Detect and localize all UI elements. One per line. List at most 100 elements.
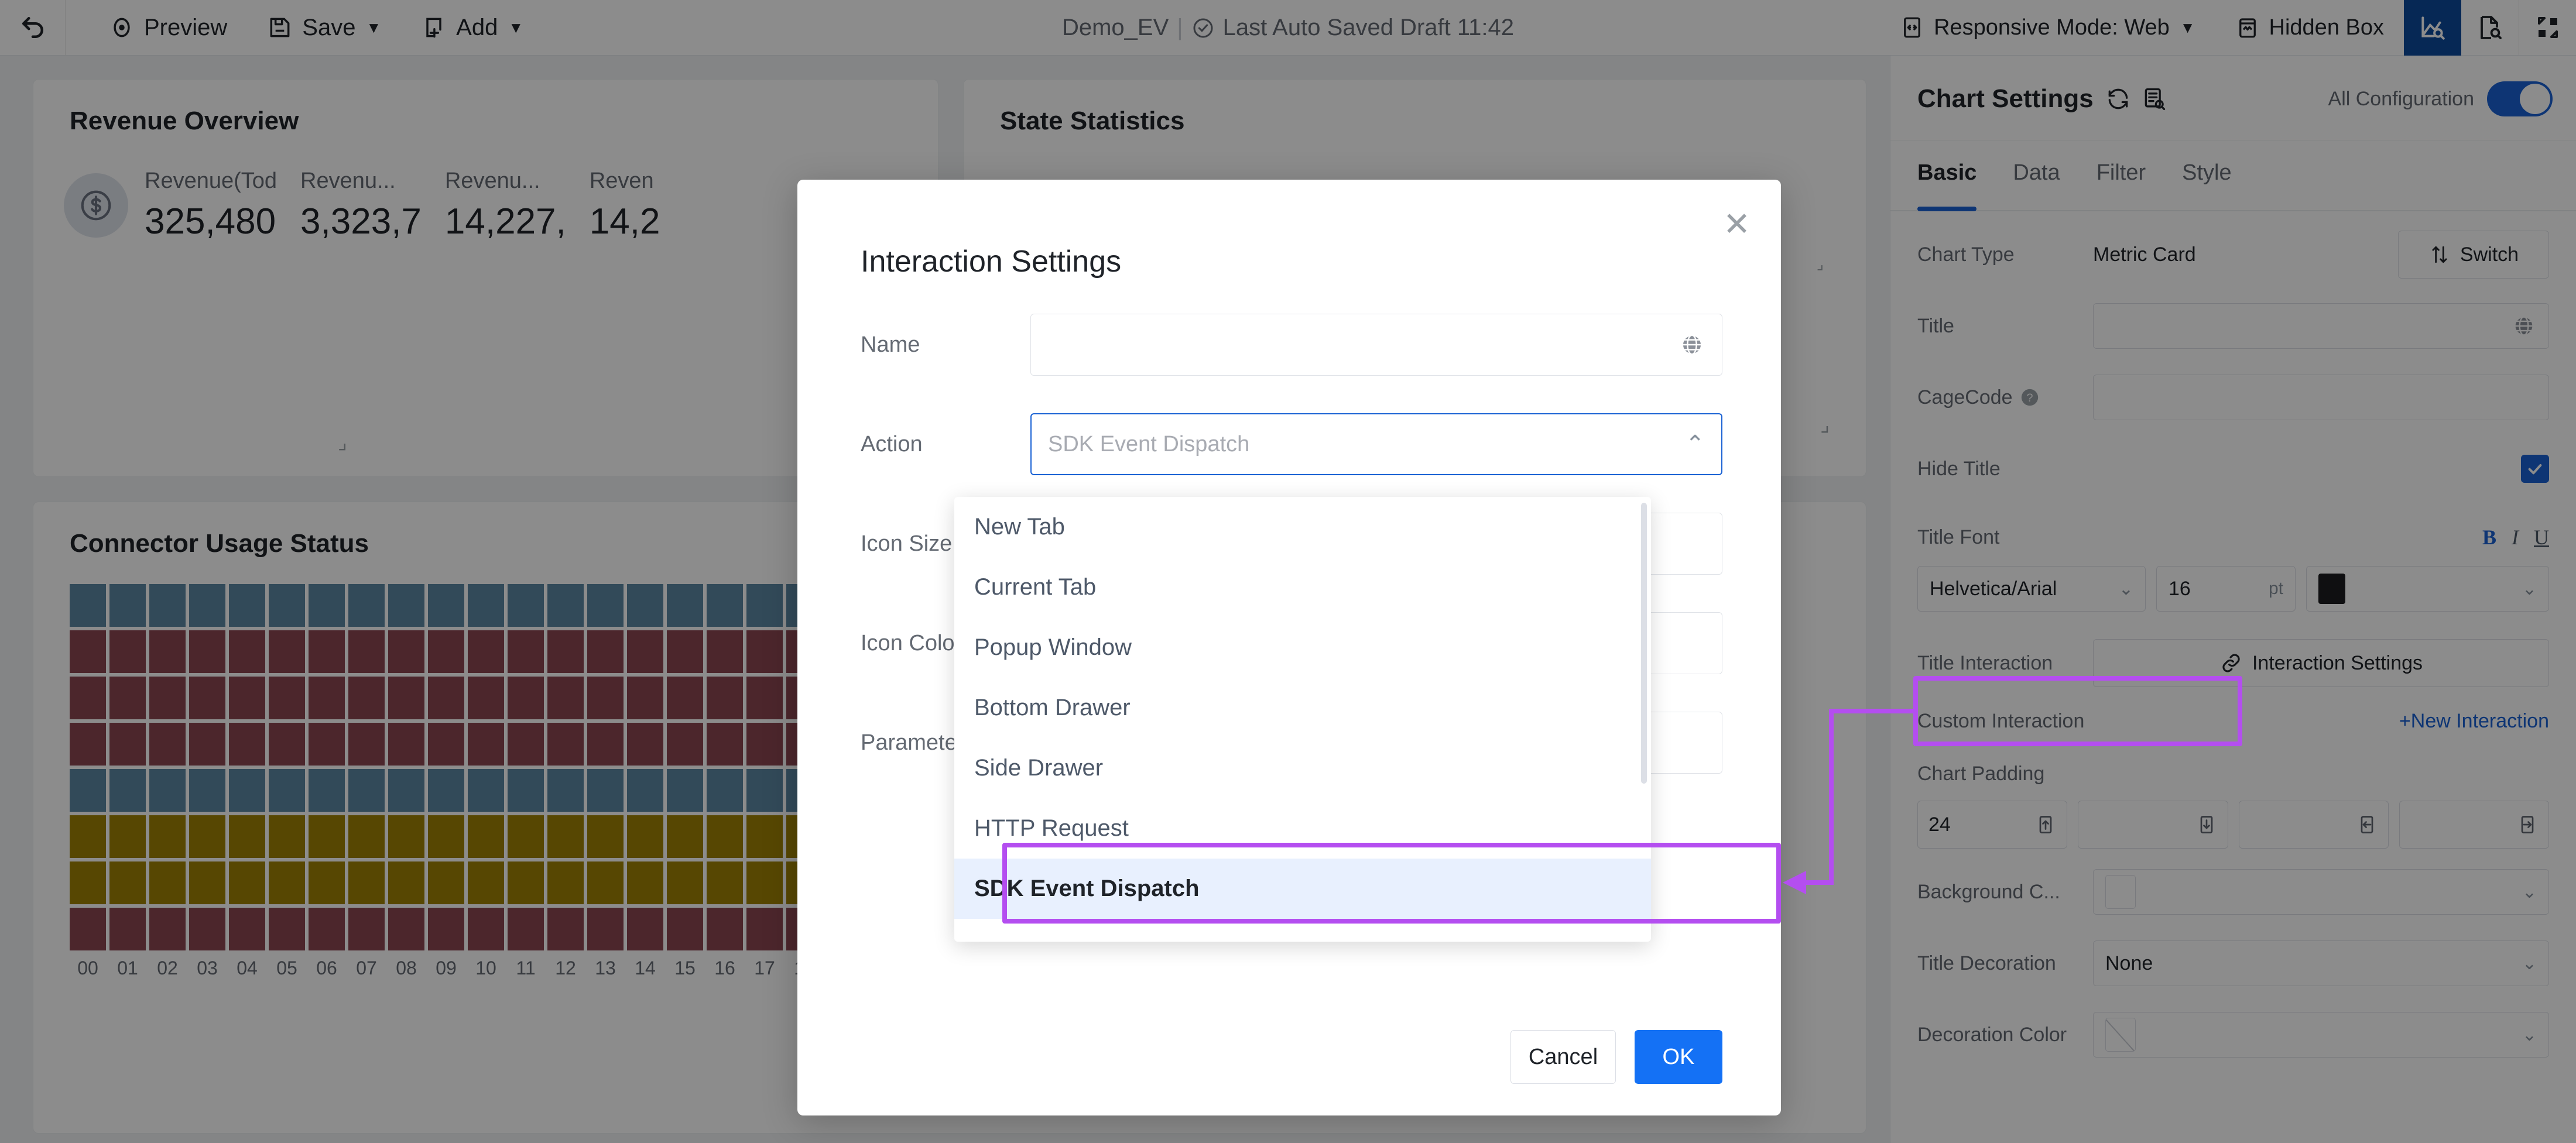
heatmap-cell[interactable] [189, 584, 225, 627]
heatmap-cell[interactable] [229, 630, 265, 673]
heatmap-cell[interactable] [547, 908, 584, 950]
heatmap-cell[interactable] [309, 861, 345, 904]
heatmap-cell[interactable] [149, 630, 186, 673]
heatmap-cell[interactable] [587, 677, 624, 719]
heatmap-cell[interactable] [309, 815, 345, 858]
heatmap-cell[interactable] [627, 630, 663, 673]
heatmap-cell[interactable] [547, 815, 584, 858]
tab-style[interactable]: Style [2182, 140, 2231, 203]
heatmap-cell[interactable] [746, 723, 783, 766]
dropdown-option[interactable]: New Tab [954, 497, 1651, 557]
heatmap-cell[interactable] [269, 815, 305, 858]
chart-inspect-icon[interactable] [2404, 0, 2461, 56]
heatmap-cell[interactable] [508, 584, 544, 627]
heatmap-cell[interactable] [587, 815, 624, 858]
heatmap-cell[interactable] [149, 815, 186, 858]
heatmap-cell[interactable] [707, 677, 743, 719]
heatmap-cell[interactable] [428, 769, 464, 812]
heatmap-cell[interactable] [587, 861, 624, 904]
heatmap-cell[interactable] [229, 723, 265, 766]
heatmap-cell[interactable] [667, 908, 703, 950]
heatmap-cell[interactable] [149, 769, 186, 812]
heatmap-cell[interactable] [388, 815, 424, 858]
heatmap-cell[interactable] [627, 769, 663, 812]
page-inspect-icon[interactable] [2461, 0, 2519, 56]
heatmap-cell[interactable] [428, 630, 464, 673]
heatmap-cell[interactable] [269, 584, 305, 627]
heatmap-cell[interactable] [508, 723, 544, 766]
heatmap-cell[interactable] [508, 815, 544, 858]
cagecode-input[interactable] [2093, 375, 2549, 420]
resize-handle[interactable]: ⌟ [1817, 255, 1824, 273]
heatmap-cell[interactable] [348, 677, 385, 719]
heatmap-cell[interactable] [348, 861, 385, 904]
title-input[interactable] [2093, 303, 2549, 349]
heatmap-cell[interactable] [627, 584, 663, 627]
title-decoration-select[interactable]: None ⌄ [2093, 941, 2549, 986]
add-button[interactable]: Add ▼ [401, 0, 543, 56]
hidden-box-button[interactable]: Hidden Box [2215, 0, 2404, 56]
dropdown-option[interactable]: HTTP Request [954, 798, 1651, 859]
heatmap-cell[interactable] [388, 861, 424, 904]
heatmap-cell[interactable] [388, 677, 424, 719]
heatmap-cell[interactable] [189, 815, 225, 858]
heatmap-cell[interactable] [468, 815, 504, 858]
heatmap-cell[interactable] [667, 861, 703, 904]
preview-button[interactable]: Preview [89, 0, 247, 56]
heatmap-cell[interactable] [70, 723, 106, 766]
undo-icon[interactable] [0, 0, 66, 56]
heatmap-cell[interactable] [547, 584, 584, 627]
heatmap-cell[interactable] [667, 769, 703, 812]
tab-filter[interactable]: Filter [2097, 140, 2146, 203]
heatmap-cell[interactable] [508, 769, 544, 812]
heatmap-cell[interactable] [149, 861, 186, 904]
fullscreen-icon[interactable] [2519, 0, 2576, 56]
heatmap-cell[interactable] [109, 815, 146, 858]
heatmap-cell[interactable] [309, 677, 345, 719]
heatmap-cell[interactable] [149, 723, 186, 766]
heatmap-cell[interactable] [746, 815, 783, 858]
heatmap-cell[interactable] [189, 908, 225, 950]
heatmap-cell[interactable] [428, 723, 464, 766]
heatmap-cell[interactable] [627, 677, 663, 719]
dropdown-scrollbar[interactable] [1641, 503, 1647, 784]
heatmap-cell[interactable] [508, 861, 544, 904]
switch-chart-button[interactable]: Switch [2398, 231, 2549, 279]
heatmap-cell[interactable] [468, 630, 504, 673]
heatmap-cell[interactable] [547, 723, 584, 766]
heatmap-cell[interactable] [587, 584, 624, 627]
bold-button[interactable]: B [2482, 525, 2496, 550]
heatmap-cell[interactable] [627, 815, 663, 858]
heatmap-cell[interactable] [70, 630, 106, 673]
close-icon[interactable]: ✕ [1723, 208, 1751, 241]
heatmap-cell[interactable] [707, 908, 743, 950]
dropdown-option[interactable]: Popup Window [954, 617, 1651, 678]
heatmap-cell[interactable] [587, 723, 624, 766]
heatmap-cell[interactable] [109, 908, 146, 950]
heatmap-cell[interactable] [348, 630, 385, 673]
heatmap-cell[interactable] [109, 677, 146, 719]
heatmap-cell[interactable] [587, 769, 624, 812]
heatmap-cell[interactable] [587, 630, 624, 673]
heatmap-cell[interactable] [269, 723, 305, 766]
heatmap-cell[interactable] [667, 723, 703, 766]
decoration-color-select[interactable]: ⌄ [2093, 1012, 2549, 1058]
heatmap-cell[interactable] [229, 908, 265, 950]
heatmap-cell[interactable] [746, 769, 783, 812]
heatmap-cell[interactable] [508, 908, 544, 950]
heatmap-cell[interactable] [746, 861, 783, 904]
heatmap-cell[interactable] [667, 815, 703, 858]
heatmap-cell[interactable] [388, 769, 424, 812]
heatmap-cell[interactable] [189, 630, 225, 673]
heatmap-cell[interactable] [269, 861, 305, 904]
heatmap-cell[interactable] [508, 677, 544, 719]
heatmap-cell[interactable] [189, 769, 225, 812]
heatmap-cell[interactable] [309, 723, 345, 766]
heatmap-cell[interactable] [468, 861, 504, 904]
resize-handle[interactable]: ⌟ [338, 431, 347, 454]
underline-button[interactable]: U [2534, 525, 2549, 550]
heatmap-cell[interactable] [707, 861, 743, 904]
heatmap-cell[interactable] [109, 723, 146, 766]
heatmap-cell[interactable] [388, 723, 424, 766]
font-color-select[interactable]: ⌄ [2306, 566, 2549, 612]
